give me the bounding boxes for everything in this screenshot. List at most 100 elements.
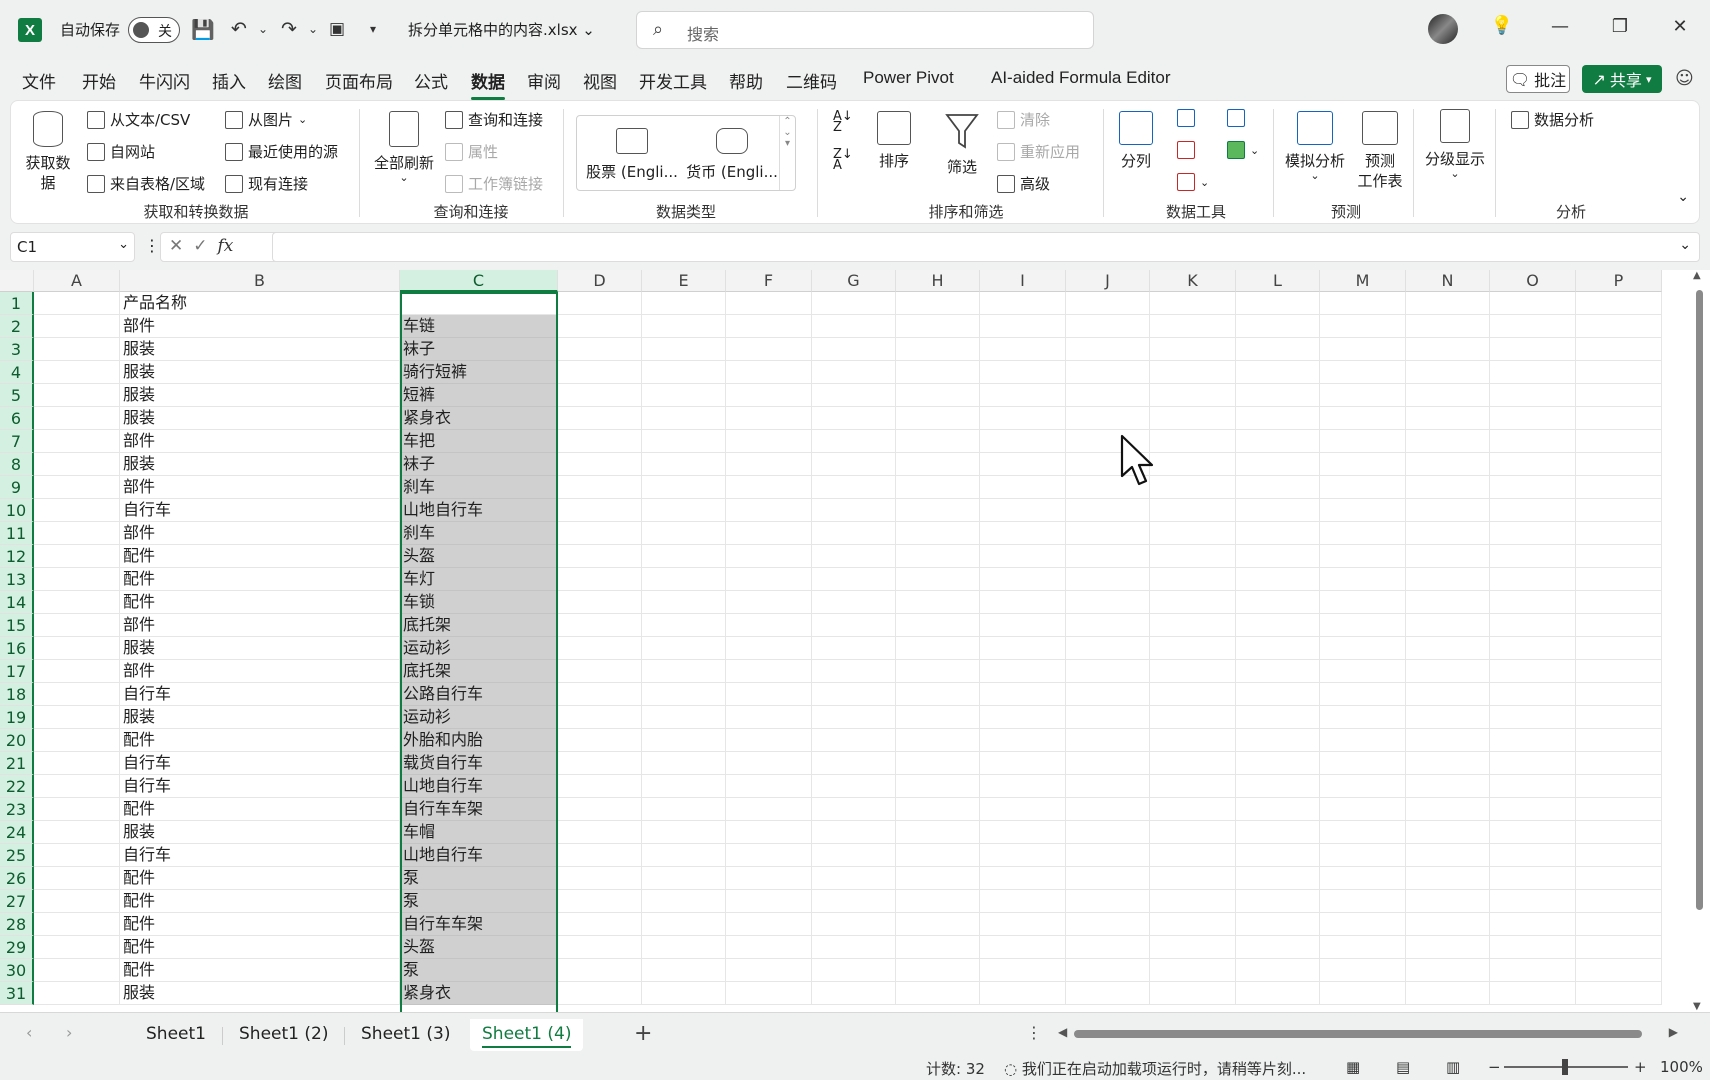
cell-D27[interactable] xyxy=(558,890,642,913)
cell-K27[interactable] xyxy=(1150,890,1236,913)
normal-view-icon[interactable]: ▦ xyxy=(1346,1058,1360,1076)
cell-C23[interactable]: 自行车车架 xyxy=(400,798,558,821)
column-header[interactable]: K xyxy=(1150,270,1236,292)
cell-M5[interactable] xyxy=(1320,384,1406,407)
redo-icon[interactable]: ↷ xyxy=(276,16,302,42)
cell-M23[interactable] xyxy=(1320,798,1406,821)
cell-N3[interactable] xyxy=(1406,338,1490,361)
cell-I15[interactable] xyxy=(980,614,1066,637)
cell-O8[interactable] xyxy=(1490,453,1576,476)
cell-M20[interactable] xyxy=(1320,729,1406,752)
cell-H6[interactable] xyxy=(896,407,980,430)
cell-A21[interactable] xyxy=(34,752,120,775)
cell-C3[interactable]: 袜子 xyxy=(400,338,558,361)
undo-icon[interactable]: ↶ xyxy=(226,16,252,42)
cell-K20[interactable] xyxy=(1150,729,1236,752)
cell-A7[interactable] xyxy=(34,430,120,453)
cell-A17[interactable] xyxy=(34,660,120,683)
cell-M3[interactable] xyxy=(1320,338,1406,361)
cell-F14[interactable] xyxy=(726,591,812,614)
cell-B12[interactable]: 配件 xyxy=(120,545,400,568)
cell-B3[interactable]: 服装 xyxy=(120,338,400,361)
cell-P3[interactable] xyxy=(1576,338,1662,361)
cell-P25[interactable] xyxy=(1576,844,1662,867)
search-box[interactable]: ⌕ 搜索 xyxy=(636,11,1094,49)
cell-F26[interactable] xyxy=(726,867,812,890)
column-header[interactable]: C xyxy=(400,270,558,292)
cell-L30[interactable] xyxy=(1236,959,1320,982)
cell-E18[interactable] xyxy=(642,683,726,706)
cell-J26[interactable] xyxy=(1066,867,1150,890)
cell-F1[interactable] xyxy=(726,292,812,315)
row-header[interactable]: 12 xyxy=(0,545,34,568)
row-header[interactable]: 30 xyxy=(0,959,34,982)
cell-J2[interactable] xyxy=(1066,315,1150,338)
cell-N7[interactable] xyxy=(1406,430,1490,453)
cell-H3[interactable] xyxy=(896,338,980,361)
cell-P31[interactable] xyxy=(1576,982,1662,1005)
cell-I22[interactable] xyxy=(980,775,1066,798)
cell-A18[interactable] xyxy=(34,683,120,706)
cell-I3[interactable] xyxy=(980,338,1066,361)
flash-fill-button[interactable] xyxy=(1177,109,1195,127)
row-header[interactable]: 22 xyxy=(0,775,34,798)
cell-J14[interactable] xyxy=(1066,591,1150,614)
cell-H27[interactable] xyxy=(896,890,980,913)
cell-J28[interactable] xyxy=(1066,913,1150,936)
row-header[interactable]: 19 xyxy=(0,706,34,729)
cell-L10[interactable] xyxy=(1236,499,1320,522)
cell-N1[interactable] xyxy=(1406,292,1490,315)
cell-I6[interactable] xyxy=(980,407,1066,430)
cell-H15[interactable] xyxy=(896,614,980,637)
cell-C31[interactable]: 紧身衣 xyxy=(400,982,558,1005)
cell-F11[interactable] xyxy=(726,522,812,545)
cell-D24[interactable] xyxy=(558,821,642,844)
cell-M14[interactable] xyxy=(1320,591,1406,614)
cell-B19[interactable]: 服装 xyxy=(120,706,400,729)
cell-G22[interactable] xyxy=(812,775,896,798)
cell-D23[interactable] xyxy=(558,798,642,821)
cell-N19[interactable] xyxy=(1406,706,1490,729)
cell-I20[interactable] xyxy=(980,729,1066,752)
cell-G4[interactable] xyxy=(812,361,896,384)
cell-B6[interactable]: 服装 xyxy=(120,407,400,430)
cell-B28[interactable]: 配件 xyxy=(120,913,400,936)
cell-N18[interactable] xyxy=(1406,683,1490,706)
cell-B29[interactable]: 配件 xyxy=(120,936,400,959)
cell-O27[interactable] xyxy=(1490,890,1576,913)
workbook-links-button[interactable]: 工作簿链接 xyxy=(445,173,543,194)
cell-O5[interactable] xyxy=(1490,384,1576,407)
cell-L2[interactable] xyxy=(1236,315,1320,338)
cell-E27[interactable] xyxy=(642,890,726,913)
cell-L17[interactable] xyxy=(1236,660,1320,683)
cell-C13[interactable]: 车灯 xyxy=(400,568,558,591)
cell-E3[interactable] xyxy=(642,338,726,361)
cell-O14[interactable] xyxy=(1490,591,1576,614)
scroll-thumb[interactable] xyxy=(1074,1030,1642,1038)
cell-A5[interactable] xyxy=(34,384,120,407)
cell-G20[interactable] xyxy=(812,729,896,752)
enter-icon[interactable]: ✓ xyxy=(193,236,207,258)
queries-connections-button[interactable]: 查询和连接 xyxy=(445,109,543,130)
cell-H5[interactable] xyxy=(896,384,980,407)
cell-M12[interactable] xyxy=(1320,545,1406,568)
column-header[interactable]: A xyxy=(34,270,120,292)
cell-C20[interactable]: 外胎和内胎 xyxy=(400,729,558,752)
text-to-columns-button[interactable]: 分列 xyxy=(1111,111,1161,171)
cell-K29[interactable] xyxy=(1150,936,1236,959)
cell-F20[interactable] xyxy=(726,729,812,752)
cell-O25[interactable] xyxy=(1490,844,1576,867)
cell-G23[interactable] xyxy=(812,798,896,821)
cell-E4[interactable] xyxy=(642,361,726,384)
what-if-analysis-button[interactable]: 模拟分析 ⌄ xyxy=(1283,111,1347,181)
cell-E5[interactable] xyxy=(642,384,726,407)
camera-icon[interactable]: ▣ xyxy=(324,16,350,42)
cell-E8[interactable] xyxy=(642,453,726,476)
collapse-ribbon-icon[interactable]: ⌄ xyxy=(1677,189,1689,205)
cell-I19[interactable] xyxy=(980,706,1066,729)
cell-P7[interactable] xyxy=(1576,430,1662,453)
cell-I23[interactable] xyxy=(980,798,1066,821)
cell-L11[interactable] xyxy=(1236,522,1320,545)
cell-M26[interactable] xyxy=(1320,867,1406,890)
cell-I21[interactable] xyxy=(980,752,1066,775)
